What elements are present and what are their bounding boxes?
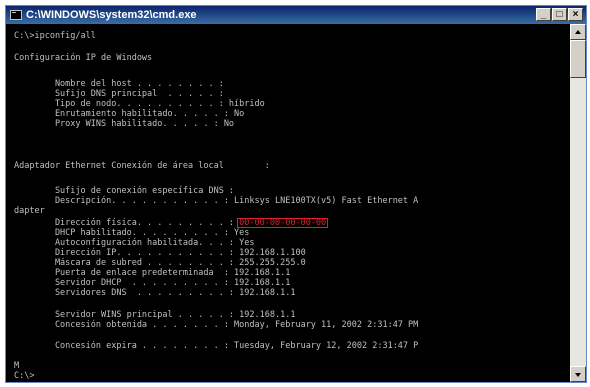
cmd-window: C:\WINDOWS\system32\cmd.exe _ □ × C:\>ip… [5, 5, 587, 383]
scroll-up-button[interactable] [570, 24, 586, 40]
arrow-down-icon [575, 373, 581, 377]
console-line: C:\> [14, 371, 35, 381]
scroll-thumb[interactable] [570, 40, 586, 78]
window-title: C:\WINDOWS\system32\cmd.exe [26, 9, 197, 21]
console-line: Servidores DNS . . . . . . . . . : 192.1… [14, 288, 296, 298]
window-controls: _ □ × [536, 8, 583, 21]
cmd-app-icon[interactable] [10, 10, 22, 20]
console-line: Descripción. . . . . . . . . . . : Links… [14, 196, 419, 206]
scroll-down-button[interactable] [570, 366, 586, 382]
console-line: Configuración IP de Windows [14, 53, 153, 63]
console-line: Proxy WINS habilitado. . . . . : No [14, 119, 235, 129]
console-line: Concesión expira . . . . . . . . : Tuesd… [14, 341, 419, 351]
console-line: C:\>ipconfig/all [14, 31, 96, 41]
console-output[interactable]: C:\>ipconfig/all Configuración IP de Win… [6, 24, 570, 382]
minimize-button[interactable]: _ [536, 8, 551, 21]
mac-address-highlight [237, 218, 329, 228]
arrow-up-icon [575, 30, 581, 34]
vertical-scrollbar[interactable] [570, 24, 586, 382]
close-button[interactable]: × [568, 8, 583, 21]
console-line: Concesión obtenida . . . . . . . : Monda… [14, 320, 419, 330]
maximize-button[interactable]: □ [552, 8, 567, 21]
console-line: Adaptador Ethernet Conexión de área loca… [14, 161, 270, 171]
title-bar[interactable]: C:\WINDOWS\system32\cmd.exe _ □ × [6, 6, 586, 24]
console-line: dapter [14, 206, 45, 216]
